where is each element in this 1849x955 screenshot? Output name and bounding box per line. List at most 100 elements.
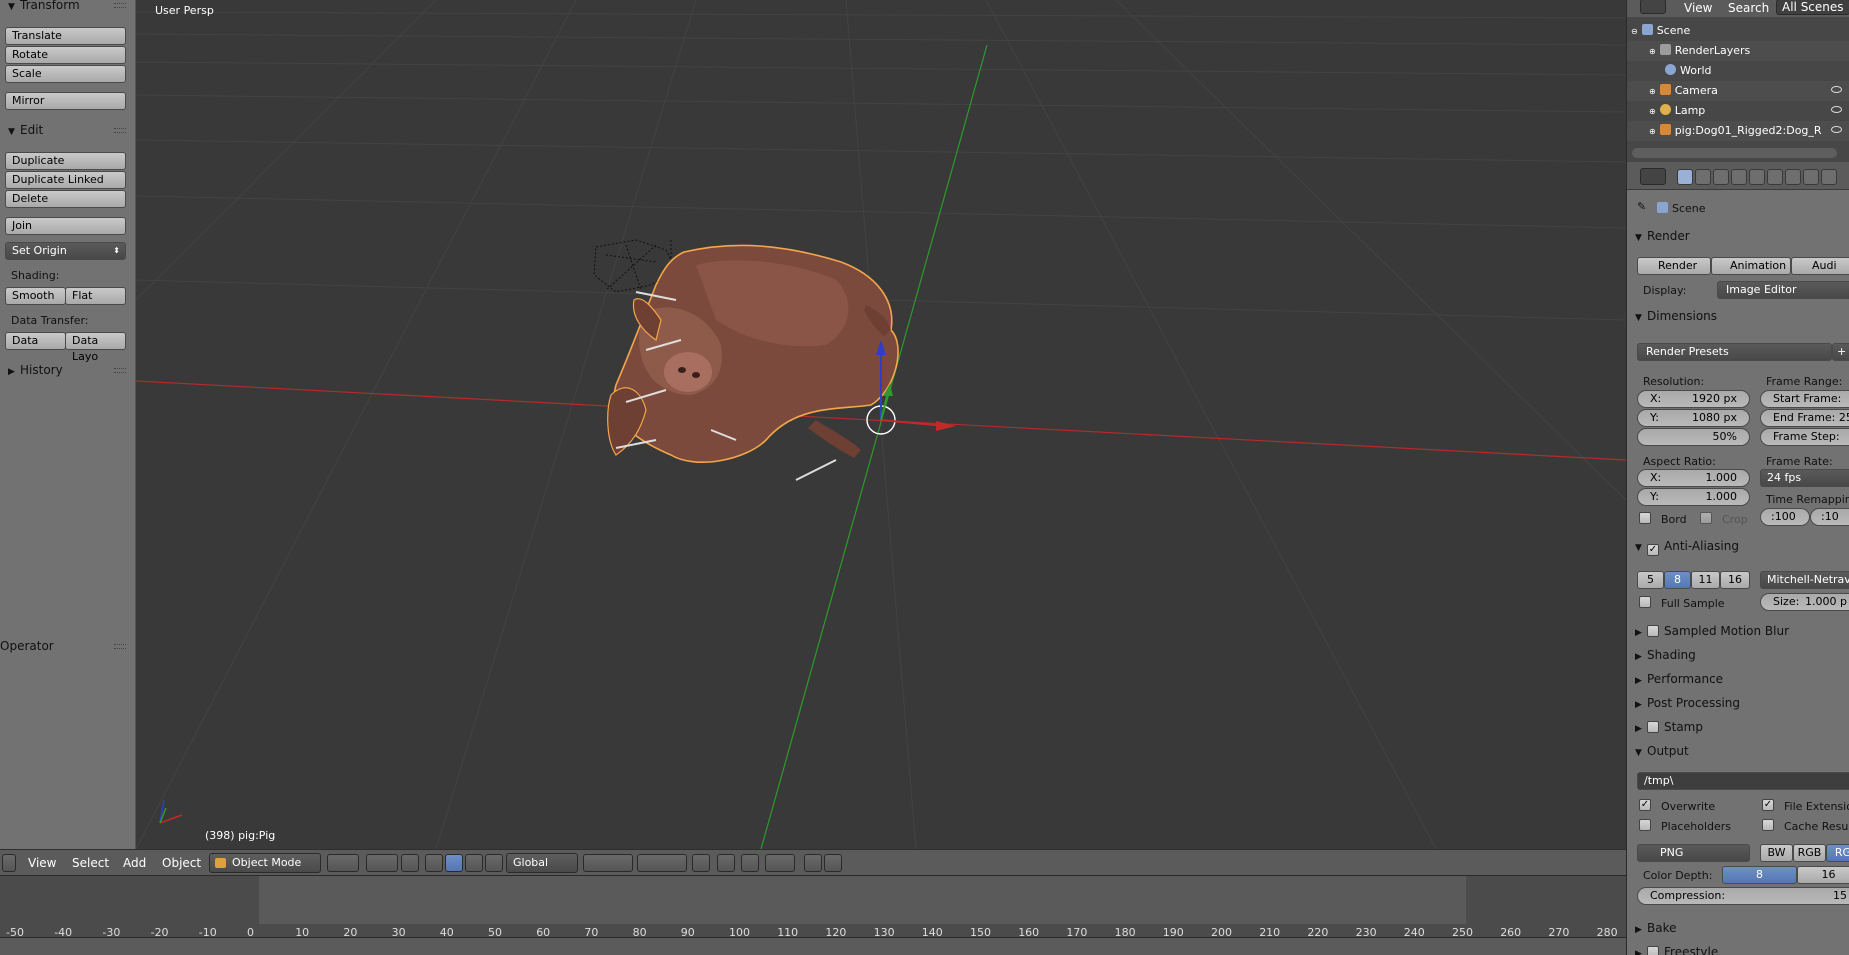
panel-header-freestyle[interactable]: ▶ Freestyle (1635, 942, 1718, 955)
outliner-row-scene[interactable]: ⊖ Scene (1627, 21, 1849, 41)
panel-header-motion-blur[interactable]: ▶ Sampled Motion Blur (1635, 621, 1789, 641)
add-preset-button[interactable]: + (1832, 343, 1849, 361)
delete-button[interactable]: Delete (5, 190, 126, 208)
visibility-eye-icon[interactable] (1831, 106, 1842, 113)
filter-size-field[interactable]: Size: 1.000 p (1760, 593, 1849, 611)
modifiers-tab-icon[interactable] (1785, 169, 1801, 185)
translate-manipulator-icon[interactable] (425, 854, 443, 872)
output-path-field[interactable]: /tmp\ (1637, 772, 1849, 790)
display-mode-dropdown[interactable]: All Scenes (1776, 0, 1849, 15)
layers-grid-icon-2[interactable] (637, 854, 687, 872)
render-layers-tab-icon[interactable] (1695, 169, 1711, 185)
duplicate-linked-button[interactable]: Duplicate Linked (5, 171, 126, 189)
outliner-row-renderlayers[interactable]: ⊕ RenderLayers (1627, 41, 1849, 61)
join-button[interactable]: Join (5, 217, 126, 235)
visibility-eye-icon[interactable] (1831, 126, 1842, 133)
smooth-shading-button[interactable]: Smooth (5, 287, 66, 305)
resolution-percentage-slider[interactable]: 50% (1637, 428, 1750, 446)
aa-samples-16-button[interactable]: 16 (1720, 571, 1750, 589)
panel-header-stamp[interactable]: ▶ Stamp (1635, 717, 1703, 737)
render-presets-dropdown[interactable]: Render Presets (1637, 343, 1832, 361)
aa-samples-5-button[interactable]: 5 (1637, 571, 1664, 589)
color-depth-16-button[interactable]: 16 (1797, 866, 1849, 884)
outliner-row-lamp[interactable]: ⊕ Lamp (1627, 101, 1849, 121)
outliner-row-pig-armature[interactable]: ⊕ pig:Dog01_Rigged2:Dog_R (1627, 121, 1849, 141)
time-remap-new-field[interactable]: :10 (1810, 508, 1849, 526)
shading-mode-icon[interactable] (327, 854, 359, 872)
cache-result-checkbox[interactable] (1762, 819, 1774, 831)
border-checkbox[interactable] (1639, 512, 1651, 524)
resolution-y-field[interactable]: Y: 1080 px (1637, 409, 1750, 427)
set-origin-dropdown[interactable]: Set Origin ⬍ (5, 242, 126, 260)
panel-header-operator[interactable]: Operator (0, 637, 136, 655)
aa-samples-11-button[interactable]: 11 (1691, 571, 1720, 589)
color-bw-button[interactable]: BW (1760, 844, 1793, 862)
panel-header-edit[interactable]: ▼ Edit (0, 121, 136, 139)
flat-shading-button[interactable]: Flat (65, 287, 126, 305)
outliner-view-menu[interactable]: View (1684, 1, 1712, 15)
crop-checkbox[interactable] (1700, 512, 1712, 524)
aa-samples-8-button[interactable]: 8 (1664, 571, 1691, 589)
pivot-point-icon[interactable] (366, 854, 398, 872)
world-tab-icon[interactable] (1731, 169, 1747, 185)
object-tab-icon[interactable] (1749, 169, 1765, 185)
panel-header-history[interactable]: ▶ History (0, 361, 136, 379)
duplicate-button[interactable]: Duplicate (5, 152, 126, 170)
color-rgb-button[interactable]: RGB (1793, 844, 1826, 862)
drag-grip-icon[interactable] (114, 128, 126, 133)
3d-viewport[interactable]: User Persp (398) pig:Pig (136, 0, 1626, 849)
manipulator-icon[interactable] (485, 854, 503, 872)
outliner-search-menu[interactable]: Search (1728, 1, 1769, 15)
placeholders-checkbox[interactable] (1639, 819, 1651, 831)
editor-type-icon[interactable] (2, 854, 16, 872)
scene-tab-icon[interactable] (1713, 169, 1729, 185)
translate-button[interactable]: Translate (5, 27, 126, 45)
orientation-dropdown[interactable]: Global (506, 853, 578, 873)
drag-grip-icon[interactable] (114, 3, 126, 8)
start-frame-field[interactable]: Start Frame: (1760, 390, 1849, 408)
transform-manipulator[interactable] (866, 340, 956, 435)
rotate-manipulator-icon[interactable] (445, 854, 463, 872)
manipulator-toggle-icon[interactable] (401, 854, 419, 872)
file-format-dropdown[interactable]: PNG (1637, 844, 1750, 862)
color-rgba-button[interactable]: RG (1826, 844, 1849, 862)
outliner-row-world[interactable]: World (1627, 61, 1849, 81)
panel-header-shading[interactable]: ▶ Shading (1635, 645, 1696, 665)
opengl-animation-icon[interactable] (824, 854, 842, 872)
scale-button[interactable]: Scale (5, 65, 126, 83)
scale-manipulator-icon[interactable] (465, 854, 483, 872)
object-menu[interactable]: Object (162, 856, 201, 870)
panel-header-dimensions[interactable]: ▼ Dimensions (1635, 306, 1717, 326)
time-remap-old-field[interactable]: :100 (1760, 508, 1810, 526)
frame-rate-dropdown[interactable]: 24 fps (1760, 469, 1849, 487)
frame-range-area[interactable] (259, 876, 1466, 924)
pin-icon[interactable]: ✎ (1637, 200, 1646, 213)
timeline-editor[interactable]: -50 -40 -30 -20 -10 0 10 20 30 40 50 60 70 80 90 100 110… (0, 875, 1626, 939)
visibility-eye-icon[interactable] (1831, 86, 1842, 93)
panel-header-post-processing[interactable]: ▶ Post Processing (1635, 693, 1740, 713)
resolution-x-field[interactable]: X: 1920 px (1637, 390, 1750, 408)
file-extensions-checkbox[interactable]: ✓ (1762, 799, 1774, 811)
select-menu[interactable]: Select (72, 856, 109, 870)
add-menu[interactable]: Add (123, 856, 146, 870)
outliner-scrollbar[interactable] (1632, 148, 1837, 158)
opengl-render-icon[interactable] (804, 854, 822, 872)
freestyle-checkbox[interactable] (1647, 946, 1659, 955)
panel-header-output[interactable]: ▼ Output (1635, 741, 1689, 761)
rotate-button[interactable]: Rotate (5, 46, 126, 64)
material-tab-icon[interactable] (1821, 169, 1837, 185)
audio-button[interactable]: Audi (1791, 257, 1849, 275)
data-transfer-button[interactable]: Data (5, 332, 66, 350)
compression-slider[interactable]: Compression: 15 (1637, 887, 1849, 905)
snap-element-icon[interactable] (765, 854, 795, 872)
lock-layers-icon[interactable] (692, 854, 710, 872)
display-dropdown[interactable]: Image Editor (1717, 281, 1849, 299)
view-menu[interactable]: View (28, 856, 56, 870)
pig-model[interactable] (607, 244, 899, 481)
data-layout-button[interactable]: Data Layo (65, 332, 126, 363)
aspect-y-field[interactable]: Y: 1.000 (1637, 488, 1750, 506)
layers-grid-icon[interactable] (583, 854, 633, 872)
panel-header-performance[interactable]: ▶ Performance (1635, 669, 1723, 689)
overwrite-checkbox[interactable]: ✓ (1639, 799, 1651, 811)
aa-filter-dropdown[interactable]: Mitchell-Netrava (1760, 571, 1849, 589)
